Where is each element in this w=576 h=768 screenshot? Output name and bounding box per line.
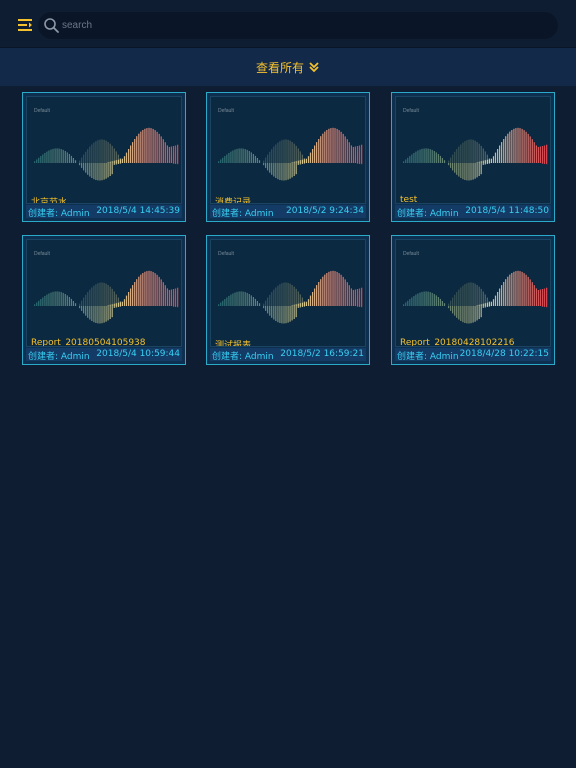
report-creator: 创建者: Admin [212,352,274,362]
thumbnail-label: Default [403,108,419,114]
search-icon [43,17,60,34]
report-card[interactable]: Default test 创建者: Admin 2018/5/4 11:48:50 [391,92,555,222]
thumbnail-chart-icon [403,127,548,181]
report-creator: 创建者: Admin [397,209,459,219]
report-creator: 创建者: Admin [212,209,274,219]
report-name: 测试报表 [215,341,252,347]
report-date: 2018/5/2 9:24:34 [286,206,364,216]
report-date: 2018/5/2 16:59:21 [280,349,364,359]
thumbnail-chart-icon [218,270,363,324]
report-creator: 创建者: Admin [28,209,90,219]
view-all-bar: 查看所有 [0,47,576,86]
report-creator: 创建者: Admin [28,352,90,362]
report-date: 2018/5/4 11:48:50 [465,206,549,216]
card-footer: 创建者: Admin 2018/5/4 10:59:44 [26,348,182,362]
report-name: 消费记录 [215,198,252,204]
report-thumbnail: Default Report_20180504105938 [26,239,182,347]
report-card[interactable]: Default Report_20180504105938 创建者: Admin 20… [22,235,186,365]
report-thumbnail: Default test [395,96,551,204]
report-card[interactable]: Default 消费记录创建者: Admin 2018/5/2 9:24:34 [206,92,370,222]
search-input[interactable] [62,16,542,34]
report-name: Report_20180504105938 [31,338,146,347]
menu-icon[interactable] [18,17,34,31]
report-thumbnail: Default Report_20180428102216 [395,239,551,347]
thumbnail-chart-icon [218,127,363,181]
report-thumbnail: Default 测试报表 [210,239,366,347]
view-all-button[interactable]: 查看所有 [0,48,576,87]
report-creator: 创建者: Admin [397,352,459,362]
report-date: 2018/4/28 10:22:15 [459,349,549,359]
thumbnail-label: Default [34,108,50,114]
view-all-label: 查看所有 [255,61,304,75]
report-date: 2018/5/4 10:59:44 [96,349,180,359]
report-thumbnail: Default 北京节水 [26,96,182,204]
report-thumbnail: Default 消费记录 [210,96,366,204]
report-date: 2018/5/4 14:45:39 [96,206,180,216]
thumbnail-chart-icon [34,270,179,324]
double-chevron-down-icon [308,58,320,77]
thumbnail-chart-icon [34,127,179,181]
report-name: Report_20180428102216 [400,338,515,347]
thumbnail-label: Default [218,251,234,257]
report-card[interactable]: Default Report_20180428102216 创建者: Admin 20… [391,235,555,365]
report-name: 北京节水 [31,198,68,204]
card-footer: 创建者: Admin 2018/5/2 16:59:21 [210,348,366,362]
report-card[interactable]: Default 测试报表创建者: Admin 2018/5/2 16:59:21 [206,235,370,365]
card-footer: 创建者: Admin 2018/5/4 11:48:50 [395,205,551,219]
card-footer: 创建者: Admin 2018/5/4 14:45:39 [26,205,182,219]
top-bar [0,0,576,48]
report-card[interactable]: Default 北京节水创建者: Admin 2018/5/4 14:45:39 [22,92,186,222]
search-box[interactable] [38,12,558,39]
thumbnail-chart-icon [403,270,548,324]
thumbnail-label: Default [218,108,234,114]
card-footer: 创建者: Admin 2018/4/28 10:22:15 [395,348,551,362]
thumbnail-label: Default [34,251,50,257]
report-name: test [400,195,418,204]
thumbnail-label: Default [403,251,419,257]
card-footer: 创建者: Admin 2018/5/2 9:24:34 [210,205,366,219]
